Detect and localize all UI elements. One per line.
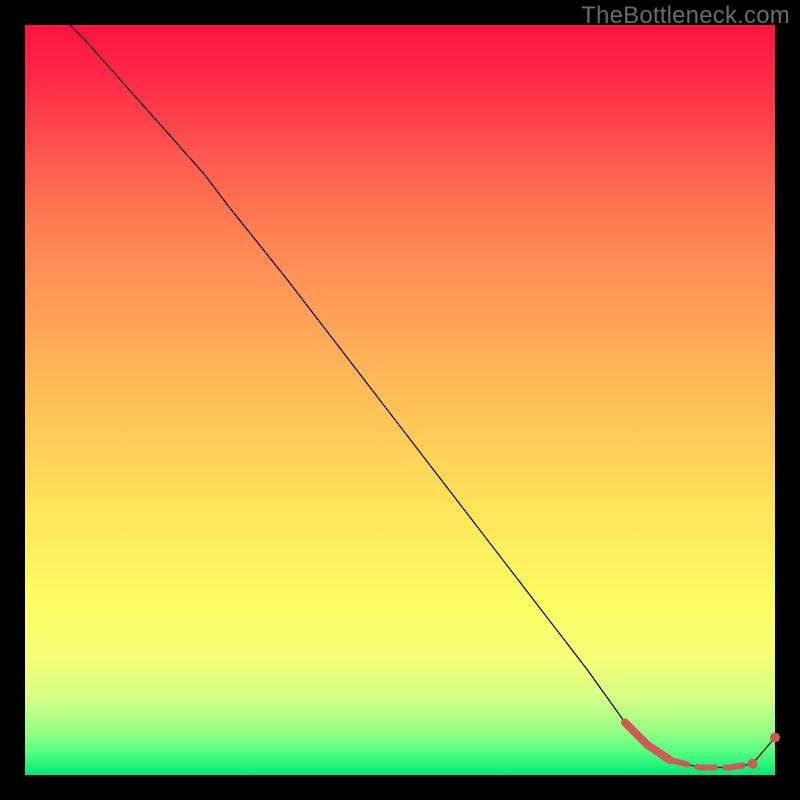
end-point-1 [748,759,758,769]
highlight-segment [625,723,670,761]
bottleneck-curve [25,0,775,768]
plot-overlay [25,25,775,775]
end-point-2 [770,733,780,743]
chart-container: TheBottleneck.com [0,0,800,800]
dashed-segment [670,760,753,768]
